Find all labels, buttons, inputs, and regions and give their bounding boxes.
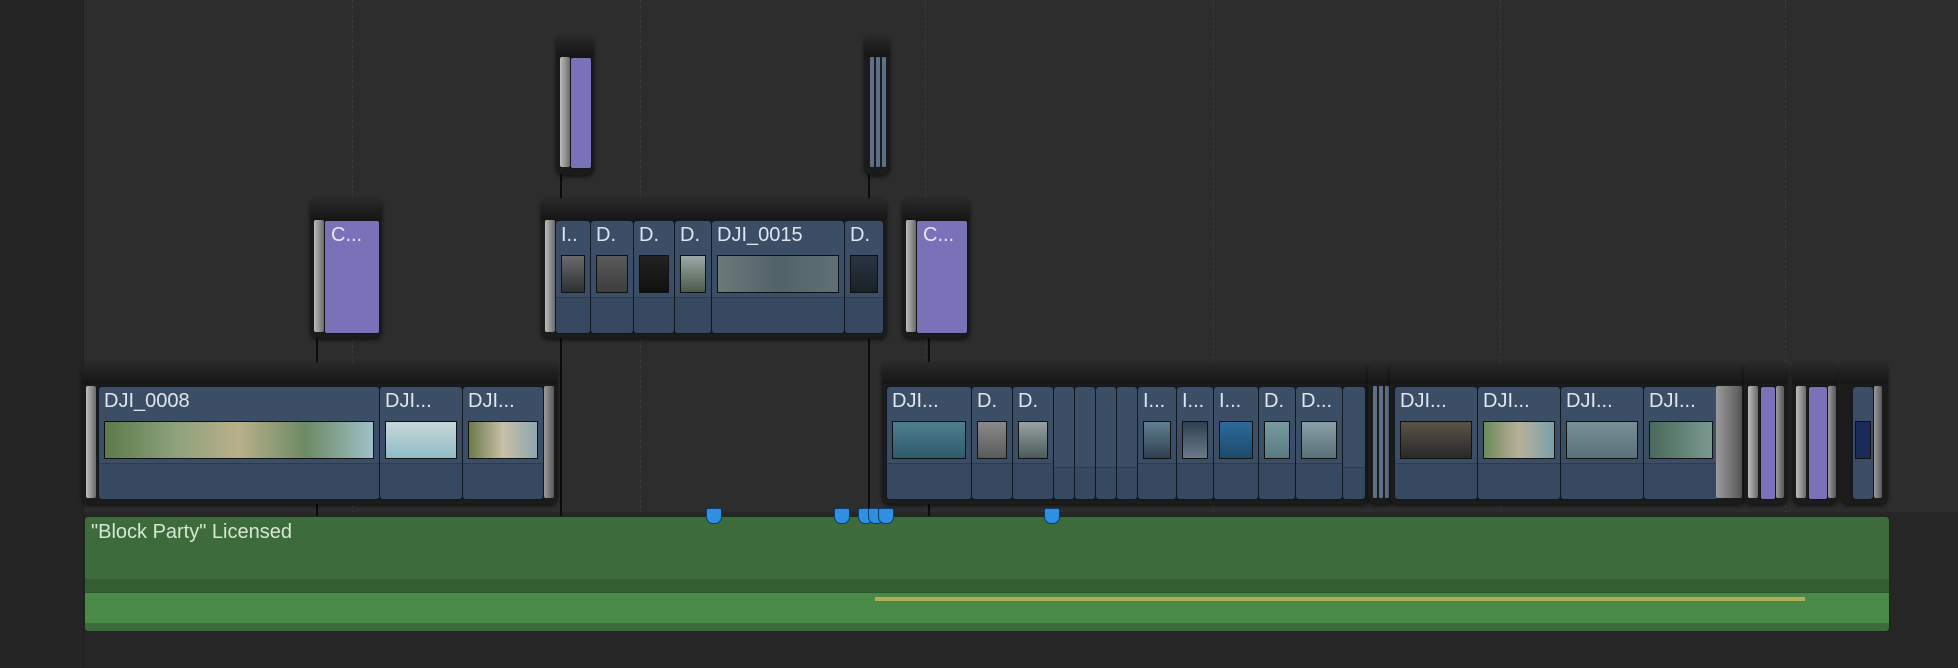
clip-name: DJI... xyxy=(892,390,939,412)
clip-thumbnail xyxy=(385,421,457,459)
title-clip[interactable]: C... xyxy=(916,220,968,334)
clip-thumbnail xyxy=(977,421,1007,459)
title-clip[interactable] xyxy=(1760,386,1776,500)
marker-icon[interactable] xyxy=(878,508,894,524)
connected-title-group[interactable] xyxy=(556,35,594,175)
video-clip[interactable]: D. xyxy=(971,386,1013,500)
clip-name: DJI_0015 xyxy=(717,224,803,246)
video-clip[interactable]: DJI_0008 xyxy=(98,386,380,500)
clip-thumbnail xyxy=(1264,421,1290,459)
clip-name: D. xyxy=(977,390,997,412)
video-clip[interactable]: DJI... xyxy=(1394,386,1478,500)
marker-icon[interactable] xyxy=(834,508,850,524)
clip-thumbnail xyxy=(1483,421,1555,459)
clip-name: I... xyxy=(1182,390,1205,412)
audio-peak-band xyxy=(875,597,1805,601)
video-clip[interactable]: DJI... xyxy=(886,386,972,500)
video-clip[interactable] xyxy=(1095,386,1117,500)
video-clip[interactable] xyxy=(1342,386,1366,500)
clip-thumbnail xyxy=(639,255,669,293)
video-clip[interactable]: DJI... xyxy=(1560,386,1644,500)
clip-name: D. xyxy=(1018,390,1038,412)
clip-thumbnail xyxy=(1855,421,1871,459)
video-clip[interactable]: D. xyxy=(590,220,634,334)
clip-name: DJI... xyxy=(1483,390,1530,412)
connected-title-group[interactable]: C... xyxy=(902,198,970,338)
clip-name: I.. xyxy=(561,224,578,246)
video-clip[interactable]: D... xyxy=(1295,386,1343,500)
video-clip[interactable] xyxy=(1074,386,1096,500)
connected-storyline[interactable]: I.. D. D. D. DJI_0015 D. xyxy=(541,198,887,338)
clip-thumbnail xyxy=(1143,421,1171,459)
clip-thumbnail xyxy=(104,421,374,459)
clip-name: DJI_0008 xyxy=(104,390,190,412)
video-clip[interactable]: D. xyxy=(1012,386,1054,500)
marker-icon[interactable] xyxy=(1044,508,1060,524)
audio-clip[interactable]: "Block Party" Licensed xyxy=(84,516,1890,632)
clip-thumbnail xyxy=(717,255,839,293)
clip-thumbnail xyxy=(596,255,628,293)
clip-name: D. xyxy=(596,224,616,246)
clip-thumbnail xyxy=(850,255,878,293)
clip-name: DJI... xyxy=(1649,390,1696,412)
primary-storyline[interactable]: DJI_0008 DJI... DJI... xyxy=(82,362,558,504)
clip-thumbnail xyxy=(1649,421,1713,459)
clip-thumbnail xyxy=(680,255,706,293)
clip-thumbnail xyxy=(1566,421,1638,459)
video-clip[interactable] xyxy=(1053,386,1075,500)
video-clip[interactable]: DJI... xyxy=(1643,386,1719,500)
clip-name: D. xyxy=(1264,390,1284,412)
clip-name: I... xyxy=(1219,390,1242,412)
clip-name: DJI... xyxy=(385,390,432,412)
clip-thumbnail xyxy=(468,421,538,459)
clip-name: DJI... xyxy=(468,390,515,412)
title-clip[interactable]: C... xyxy=(324,220,380,334)
video-clip[interactable]: DJI... xyxy=(1477,386,1561,500)
video-clip[interactable]: D. xyxy=(1258,386,1296,500)
clip-thumbnail xyxy=(1301,421,1337,459)
video-clip[interactable]: I... xyxy=(1176,386,1214,500)
clip-thumbnail xyxy=(1182,421,1208,459)
video-clip[interactable] xyxy=(1852,386,1874,500)
clip-name: D. xyxy=(639,224,659,246)
video-clip[interactable]: D. xyxy=(844,220,884,334)
marker-icon[interactable] xyxy=(706,508,722,524)
video-clip[interactable]: DJI_0015 xyxy=(711,220,845,334)
clip-thumbnail xyxy=(892,421,966,459)
clip-name: D... xyxy=(1301,390,1333,412)
clip-thumbnail xyxy=(1018,421,1048,459)
clip-thumbnail xyxy=(1400,421,1472,459)
clip-name: DJI... xyxy=(1400,390,1447,412)
clip-name: DJI... xyxy=(1566,390,1613,412)
primary-storyline[interactable]: DJI... D. D. I... I... I... D. D... xyxy=(882,362,1370,504)
clip-name: D. xyxy=(850,224,870,246)
video-clip[interactable]: I... xyxy=(1137,386,1177,500)
video-clip[interactable]: I... xyxy=(1213,386,1259,500)
connected-title-group[interactable]: C... xyxy=(310,198,382,338)
title-group[interactable] xyxy=(1744,362,1788,504)
video-clip[interactable] xyxy=(1116,386,1138,500)
clip-name: C... xyxy=(923,224,955,246)
video-clip[interactable]: DJI... xyxy=(379,386,463,500)
primary-storyline[interactable]: DJI... DJI... DJI... DJI... xyxy=(1390,362,1746,504)
clip-thumbnail xyxy=(561,255,585,293)
clip-name: C... xyxy=(331,224,363,246)
video-clip[interactable]: I.. xyxy=(555,220,591,334)
title-group[interactable] xyxy=(1792,362,1838,504)
clip-thumbnail xyxy=(1219,421,1253,459)
connected-stack-group[interactable] xyxy=(864,35,890,175)
video-clip[interactable]: D. xyxy=(633,220,675,334)
video-clip[interactable]: D. xyxy=(674,220,712,334)
clip-name: I... xyxy=(1143,390,1166,412)
clip-group[interactable] xyxy=(1840,362,1888,504)
audio-clip-name: "Block Party" Licensed xyxy=(91,521,292,543)
title-clip[interactable] xyxy=(570,57,592,169)
title-clip[interactable] xyxy=(1808,386,1828,500)
left-gutter xyxy=(0,0,84,668)
clip-name: D. xyxy=(680,224,700,246)
video-clip[interactable]: DJI... xyxy=(462,386,544,500)
